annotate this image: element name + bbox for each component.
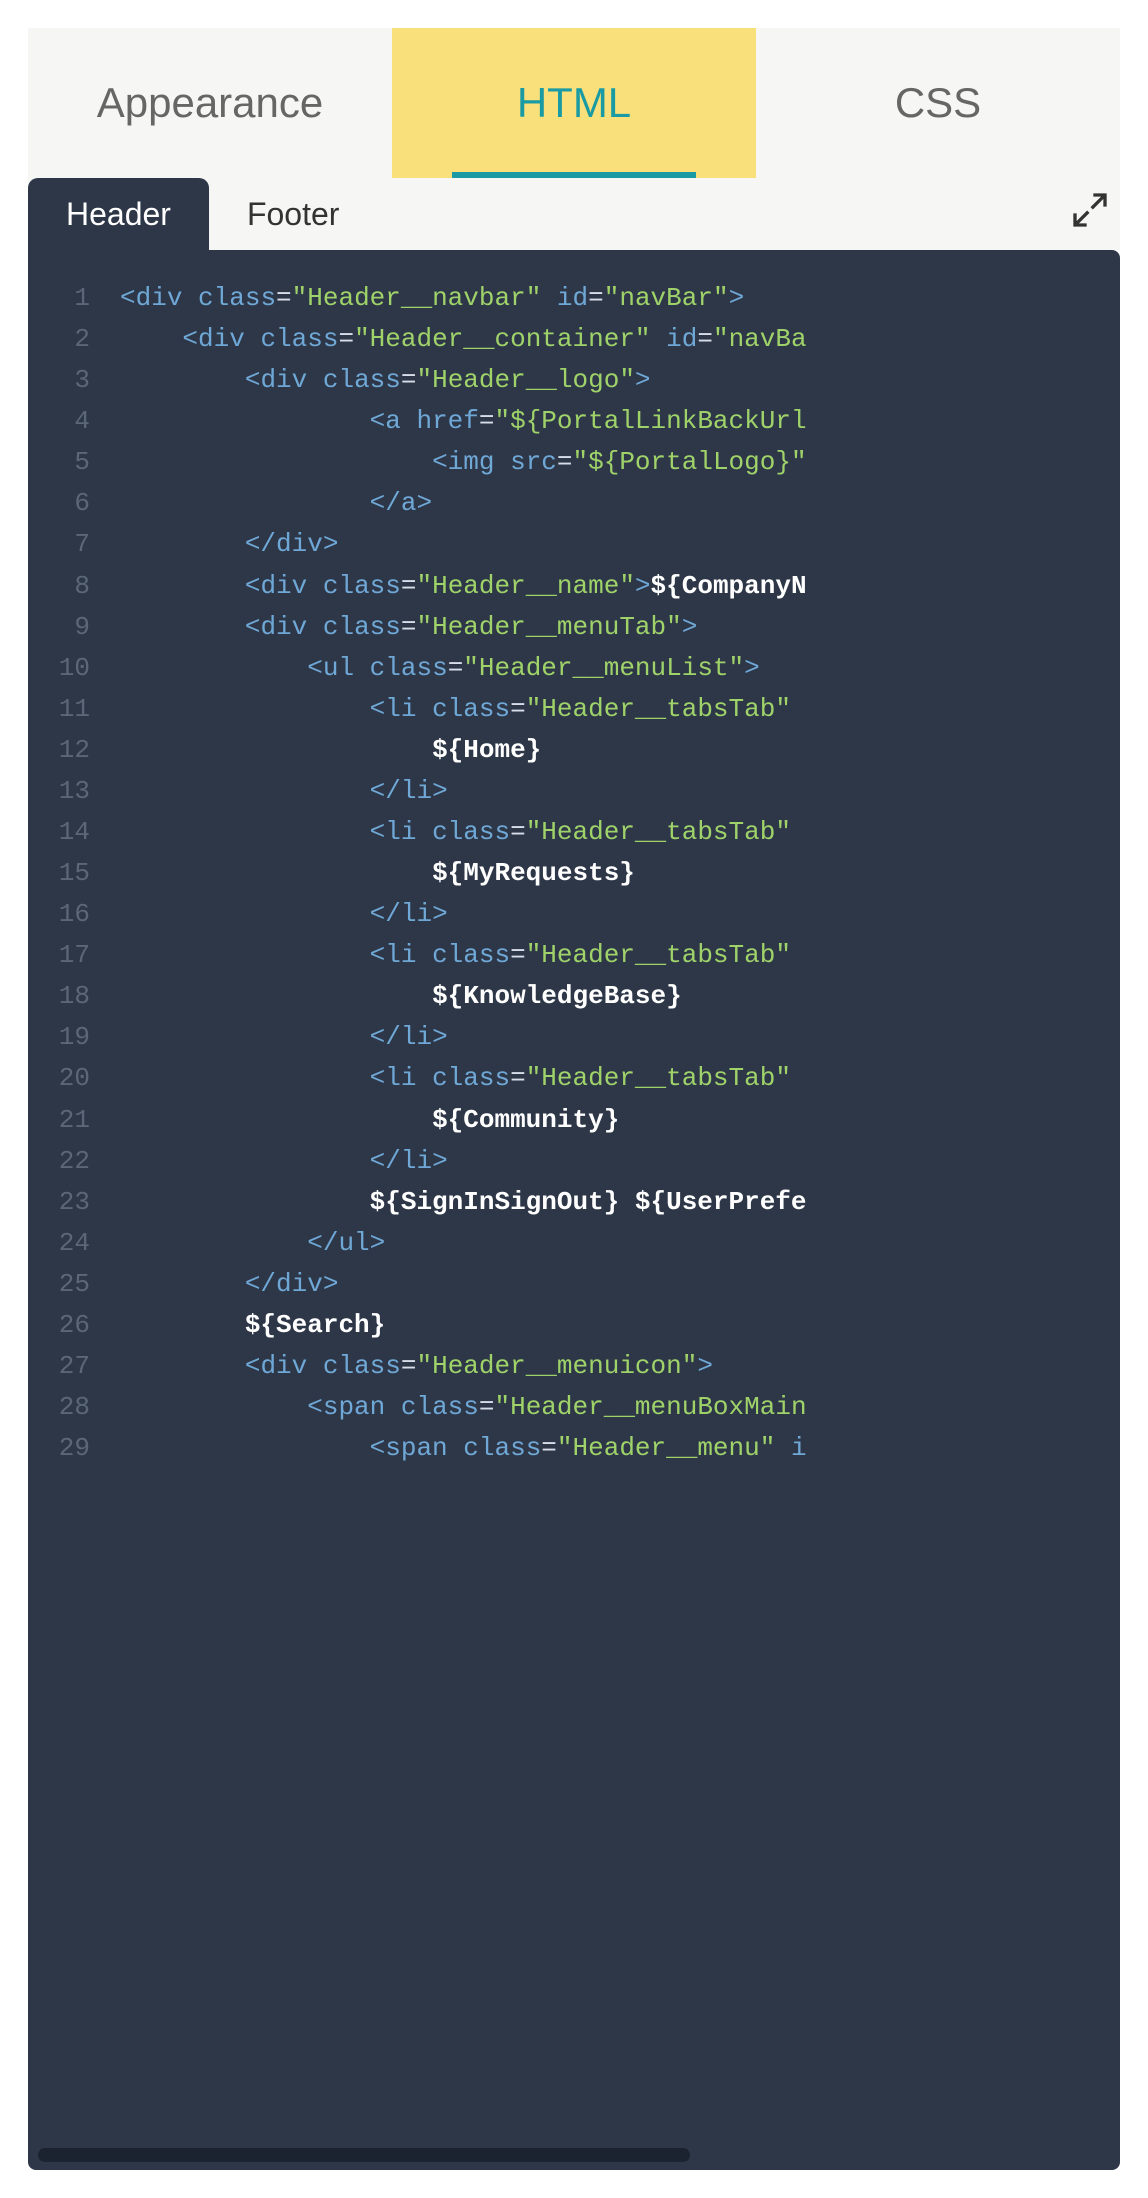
code-content[interactable]: <a href="${PortalLinkBackUrl [120, 401, 1120, 442]
line-number: 19 [28, 1017, 120, 1058]
code-content[interactable]: <span class="Header__menuBoxMain [120, 1387, 1120, 1428]
line-number: 3 [28, 360, 120, 401]
code-content[interactable]: </div> [120, 524, 1120, 565]
line-number: 17 [28, 935, 120, 976]
code-line[interactable]: 14 <li class="Header__tabsTab" [28, 812, 1120, 853]
code-line[interactable]: 4 <a href="${PortalLinkBackUrl [28, 401, 1120, 442]
line-number: 21 [28, 1100, 120, 1141]
code-content[interactable]: </ul> [120, 1223, 1120, 1264]
line-number: 11 [28, 689, 120, 730]
code-line[interactable]: 1<div class="Header__navbar" id="navBar"… [28, 278, 1120, 319]
code-content[interactable]: <img src="${PortalLogo}" [120, 442, 1120, 483]
line-number: 18 [28, 976, 120, 1017]
line-number: 27 [28, 1346, 120, 1387]
code-line[interactable]: 10 <ul class="Header__menuList"> [28, 648, 1120, 689]
top-tab-bar: Appearance HTML CSS [28, 28, 1120, 178]
code-content[interactable]: <li class="Header__tabsTab" [120, 689, 1120, 730]
line-number: 14 [28, 812, 120, 853]
code-content[interactable]: <span class="Header__menu" i [120, 1428, 1120, 1469]
code-content[interactable]: </li> [120, 771, 1120, 812]
sub-tab-header[interactable]: Header [28, 178, 209, 250]
line-number: 6 [28, 483, 120, 524]
code-content[interactable]: <div class="Header__container" id="navBa [120, 319, 1120, 360]
code-content[interactable]: <li class="Header__tabsTab" [120, 935, 1120, 976]
line-number: 15 [28, 853, 120, 894]
code-line[interactable]: 3 <div class="Header__logo"> [28, 360, 1120, 401]
horizontal-scrollbar[interactable] [38, 2148, 690, 2162]
code-content[interactable]: </li> [120, 1141, 1120, 1182]
line-number: 23 [28, 1182, 120, 1223]
line-number: 13 [28, 771, 120, 812]
line-number: 12 [28, 730, 120, 771]
code-content[interactable]: <div class="Header__name">${CompanyN [120, 566, 1120, 607]
code-content[interactable]: <div class="Header__menuTab"> [120, 607, 1120, 648]
code-content[interactable]: ${Search} [120, 1305, 1120, 1346]
code-line[interactable]: 28 <span class="Header__menuBoxMain [28, 1387, 1120, 1428]
line-number: 2 [28, 319, 120, 360]
line-number: 8 [28, 566, 120, 607]
code-line[interactable]: 5 <img src="${PortalLogo}" [28, 442, 1120, 483]
tab-html[interactable]: HTML [392, 28, 756, 178]
code-content[interactable]: <ul class="Header__menuList"> [120, 648, 1120, 689]
line-number: 25 [28, 1264, 120, 1305]
code-line[interactable]: 12 ${Home} [28, 730, 1120, 771]
code-line[interactable]: 20 <li class="Header__tabsTab" [28, 1058, 1120, 1099]
code-line[interactable]: 17 <li class="Header__tabsTab" [28, 935, 1120, 976]
code-line[interactable]: 2 <div class="Header__container" id="nav… [28, 319, 1120, 360]
line-number: 22 [28, 1141, 120, 1182]
line-number: 5 [28, 442, 120, 483]
line-number: 9 [28, 607, 120, 648]
editor-panel: Header Footer 1<div class="Header__navba… [28, 178, 1120, 2170]
code-line[interactable]: 23 ${SignInSignOut} ${UserPrefe [28, 1182, 1120, 1223]
code-line[interactable]: 19 </li> [28, 1017, 1120, 1058]
line-number: 7 [28, 524, 120, 565]
line-number: 20 [28, 1058, 120, 1099]
line-number: 10 [28, 648, 120, 689]
code-line[interactable]: 24 </ul> [28, 1223, 1120, 1264]
code-content[interactable]: </li> [120, 894, 1120, 935]
code-line[interactable]: 16 </li> [28, 894, 1120, 935]
code-editor[interactable]: 1<div class="Header__navbar" id="navBar"… [28, 250, 1120, 2170]
code-content[interactable]: <li class="Header__tabsTab" [120, 1058, 1120, 1099]
code-content[interactable]: <div class="Header__navbar" id="navBar"> [120, 278, 1120, 319]
code-line[interactable]: 13 </li> [28, 771, 1120, 812]
code-content[interactable]: </a> [120, 483, 1120, 524]
sub-tab-bar: Header Footer [28, 178, 1120, 250]
code-line[interactable]: 18 ${KnowledgeBase} [28, 976, 1120, 1017]
code-line[interactable]: 7 </div> [28, 524, 1120, 565]
code-content[interactable]: ${Community} [120, 1100, 1120, 1141]
code-content[interactable]: <div class="Header__logo"> [120, 360, 1120, 401]
line-number: 1 [28, 278, 120, 319]
code-line[interactable]: 21 ${Community} [28, 1100, 1120, 1141]
code-content[interactable]: </li> [120, 1017, 1120, 1058]
line-number: 4 [28, 401, 120, 442]
sub-tab-footer[interactable]: Footer [209, 178, 377, 250]
line-number: 24 [28, 1223, 120, 1264]
code-line[interactable]: 27 <div class="Header__menuicon"> [28, 1346, 1120, 1387]
code-line[interactable]: 9 <div class="Header__menuTab"> [28, 607, 1120, 648]
tab-css[interactable]: CSS [756, 28, 1120, 178]
line-number: 16 [28, 894, 120, 935]
line-number: 28 [28, 1387, 120, 1428]
code-content[interactable]: <li class="Header__tabsTab" [120, 812, 1120, 853]
code-line[interactable]: 8 <div class="Header__name">${CompanyN [28, 566, 1120, 607]
line-number: 29 [28, 1428, 120, 1469]
code-line[interactable]: 6 </a> [28, 483, 1120, 524]
code-content[interactable]: ${Home} [120, 730, 1120, 771]
code-content[interactable]: <div class="Header__menuicon"> [120, 1346, 1120, 1387]
code-content[interactable]: ${MyRequests} [120, 853, 1120, 894]
code-content[interactable]: ${KnowledgeBase} [120, 976, 1120, 1017]
code-content[interactable]: ${SignInSignOut} ${UserPrefe [120, 1182, 1120, 1223]
code-line[interactable]: 11 <li class="Header__tabsTab" [28, 689, 1120, 730]
code-line[interactable]: 25 </div> [28, 1264, 1120, 1305]
expand-icon[interactable] [1070, 190, 1110, 230]
code-line[interactable]: 29 <span class="Header__menu" i [28, 1428, 1120, 1469]
code-line[interactable]: 15 ${MyRequests} [28, 853, 1120, 894]
code-content[interactable]: </div> [120, 1264, 1120, 1305]
code-line[interactable]: 26 ${Search} [28, 1305, 1120, 1346]
tab-appearance[interactable]: Appearance [28, 28, 392, 178]
line-number: 26 [28, 1305, 120, 1346]
code-line[interactable]: 22 </li> [28, 1141, 1120, 1182]
